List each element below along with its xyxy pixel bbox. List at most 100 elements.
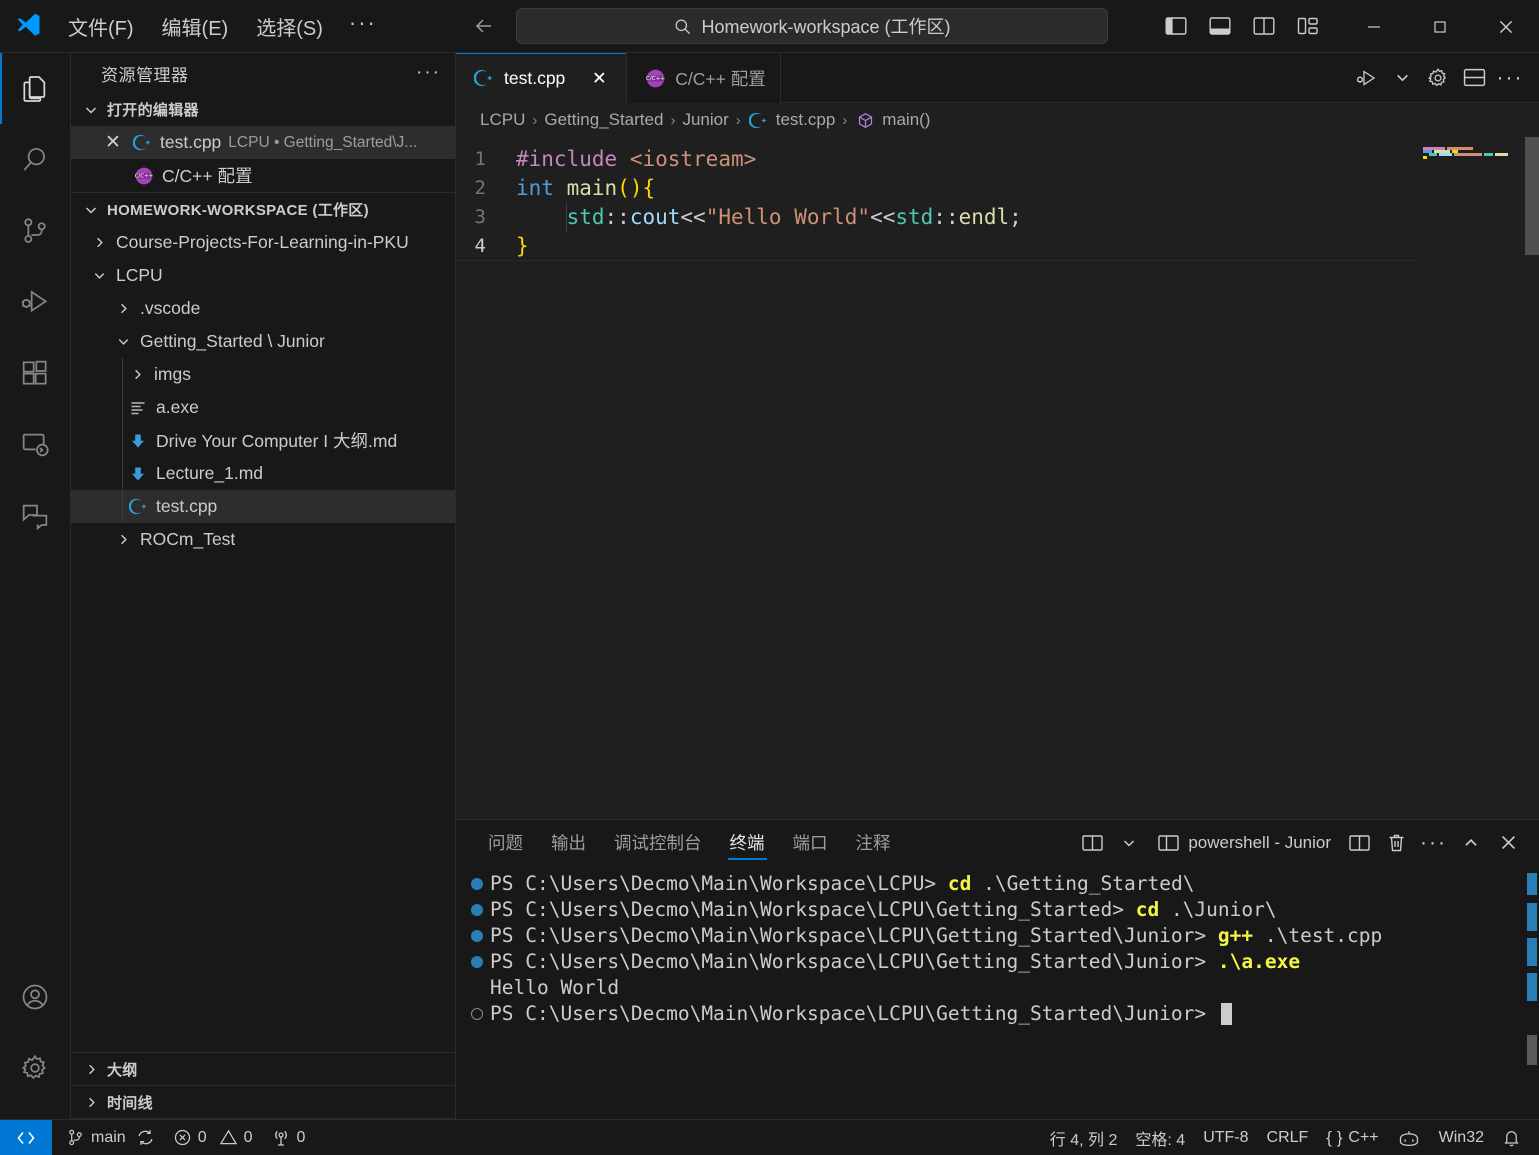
terminal-scrollbar-thumb[interactable]: [1527, 1035, 1537, 1065]
tree-item-lecture-1-md[interactable]: Lecture_1.md: [71, 457, 455, 490]
close-icon[interactable]: [1491, 826, 1525, 860]
activitybar-item-accounts[interactable]: [0, 961, 71, 1032]
terminal-command: g++: [1218, 923, 1265, 949]
split-terminal-icon[interactable]: [1342, 826, 1376, 860]
panel-tab-debug-console[interactable]: 调试控制台: [600, 820, 716, 865]
toggle-primary-sidebar-icon[interactable]: [1159, 9, 1193, 43]
terminal-line: PS C:\Users\Decmo\Main\Workspace\LCPU> c…: [456, 871, 1539, 897]
breadcrumb-item-getting-started[interactable]: Getting_Started: [544, 110, 663, 130]
open-editor-item-test-cpp[interactable]: ✕ test.cpp LCPU • Getting_Started\J...: [71, 126, 455, 159]
status-ports[interactable]: 0: [262, 1120, 315, 1155]
tree-item-label: LCPU: [116, 265, 163, 286]
menu-more[interactable]: ···: [337, 8, 389, 44]
menu-edit[interactable]: 编辑(E): [148, 7, 243, 46]
terminal-args: .\test.cpp: [1265, 923, 1382, 949]
status-branch[interactable]: main: [52, 1120, 164, 1155]
open-editors-label: 打开的编辑器: [107, 99, 199, 120]
status-platform[interactable]: Win32: [1430, 1120, 1493, 1155]
open-editors-header[interactable]: 打开的编辑器: [71, 93, 455, 126]
panel-tab-problems[interactable]: 问题: [474, 820, 537, 865]
more-actions-icon[interactable]: ···: [1493, 61, 1527, 95]
customize-layout-icon[interactable]: [1291, 9, 1325, 43]
status-problems[interactable]: 0 0: [164, 1120, 262, 1155]
activitybar-item-extensions[interactable]: [0, 337, 71, 408]
panel-tab-label: 终端: [730, 830, 765, 855]
status-indentation[interactable]: 空格: 4: [1126, 1120, 1194, 1155]
outline-section-header[interactable]: 大纲: [71, 1053, 455, 1086]
code-text: std::cout<<"Hello World"<<std::endl;: [516, 203, 1022, 232]
split-terminal-layout-icon[interactable]: [1075, 826, 1109, 860]
code-line-1: 1 #include <iostream>: [456, 145, 1417, 174]
search-icon: [673, 17, 692, 36]
activitybar-item-source-control[interactable]: [0, 195, 71, 266]
breadcrumb-item-main-method[interactable]: main(): [854, 109, 930, 131]
tree-item-getting-started-junior[interactable]: Getting_Started \ Junior: [71, 325, 455, 358]
split-editor-down-icon[interactable]: [1457, 61, 1491, 95]
tree-item-vscode[interactable]: .vscode: [71, 292, 455, 325]
trash-icon[interactable]: [1379, 826, 1413, 860]
terminal-tab-powershell[interactable]: powershell - Junior: [1149, 826, 1339, 860]
scrollbar-thumb[interactable]: [1525, 137, 1539, 255]
editor-tab-cpp-config[interactable]: C/C++ C/C++ 配置: [627, 53, 780, 103]
status-encoding[interactable]: UTF-8: [1194, 1120, 1257, 1155]
code-editor[interactable]: 1 #include <iostream> 2 int main(){ 3 st…: [456, 137, 1539, 819]
sidebar-more-actions-icon[interactable]: ···: [416, 62, 441, 84]
status-notifications[interactable]: [1493, 1120, 1539, 1155]
status-language-mode[interactable]: { } C++: [1317, 1120, 1387, 1155]
command-center-text: Homework-workspace (工作区): [701, 13, 950, 39]
gear-icon[interactable]: [1421, 61, 1455, 95]
toggle-panel-icon[interactable]: [1203, 9, 1237, 43]
chevron-up-icon[interactable]: [1454, 826, 1488, 860]
editor-tab-test-cpp[interactable]: test.cpp ✕: [456, 53, 627, 103]
activitybar-item-search[interactable]: [0, 124, 71, 195]
tree-item-drive-your-computer-md[interactable]: Drive Your Computer I 大纲.md: [71, 424, 455, 457]
symbol-method-icon: [854, 109, 876, 131]
status-branch-label: main: [91, 1129, 126, 1147]
breadcrumb-item-junior[interactable]: Junior: [682, 110, 728, 130]
arrow-left-icon[interactable]: [471, 13, 497, 39]
activitybar-item-remote-explorer[interactable]: [0, 408, 71, 479]
panel-tab-output[interactable]: 输出: [537, 820, 600, 865]
status-eol[interactable]: CRLF: [1258, 1120, 1318, 1155]
maximize-button[interactable]: [1407, 0, 1473, 53]
editor-vertical-scrollbar[interactable]: [1525, 137, 1539, 819]
panel-tab-terminal[interactable]: 终端: [716, 820, 779, 865]
minimap[interactable]: [1417, 137, 1525, 819]
tree-item-rocm-test[interactable]: ROCm_Test: [71, 523, 455, 556]
breadcrumb-item-test-cpp[interactable]: test.cpp: [748, 109, 836, 131]
chevron-down-icon[interactable]: [1112, 826, 1146, 860]
breadcrumb-item-lcpu[interactable]: LCPU: [480, 110, 525, 130]
command-center[interactable]: Homework-workspace (工作区): [516, 8, 1108, 44]
tree-item-course-projects[interactable]: Course-Projects-For-Learning-in-PKU: [71, 226, 455, 259]
timeline-section-header[interactable]: 时间线: [71, 1086, 455, 1119]
chevron-down-icon[interactable]: [1385, 61, 1419, 95]
status-remote-button[interactable]: [0, 1120, 52, 1155]
code-content[interactable]: 1 #include <iostream> 2 int main(){ 3 st…: [456, 137, 1417, 819]
panel-tab-ports[interactable]: 端口: [779, 820, 842, 865]
menu-selection[interactable]: 选择(S): [242, 7, 337, 46]
workspace-header[interactable]: HOMEWORK-WORKSPACE (工作区): [71, 193, 455, 226]
activitybar-item-explorer[interactable]: [0, 53, 71, 124]
menu-file[interactable]: 文件(F): [54, 7, 148, 46]
tree-item-imgs[interactable]: imgs: [71, 358, 455, 391]
activitybar-item-chat[interactable]: [0, 479, 71, 550]
open-editor-item-cpp-config[interactable]: C/C++ C/C++ 配置: [71, 159, 455, 192]
terminal-command-overview-ruler[interactable]: [1525, 865, 1539, 1119]
terminal-output[interactable]: PS C:\Users\Decmo\Main\Workspace\LCPU> c…: [456, 865, 1539, 1119]
toggle-secondary-sidebar-icon[interactable]: [1247, 9, 1281, 43]
tree-item-a-exe[interactable]: a.exe: [71, 391, 455, 424]
close-button[interactable]: [1473, 0, 1539, 53]
breadcrumb-separator: ›: [669, 112, 676, 129]
tree-item-lcpu[interactable]: LCPU: [71, 259, 455, 292]
more-actions-icon[interactable]: ···: [1416, 826, 1451, 860]
run-and-debug-icon[interactable]: [1349, 61, 1383, 95]
activitybar-item-run-and-debug[interactable]: [0, 266, 71, 337]
status-copilot[interactable]: [1388, 1120, 1430, 1155]
tree-item-test-cpp[interactable]: test.cpp: [71, 490, 455, 523]
status-cursor-position[interactable]: 行 4, 列 2: [1041, 1120, 1127, 1155]
minimize-button[interactable]: [1341, 0, 1407, 53]
close-icon[interactable]: ✕: [102, 132, 124, 154]
panel-tab-comments[interactable]: 注释: [842, 820, 905, 865]
close-icon[interactable]: ✕: [586, 65, 612, 91]
activitybar-item-manage[interactable]: [0, 1032, 71, 1103]
